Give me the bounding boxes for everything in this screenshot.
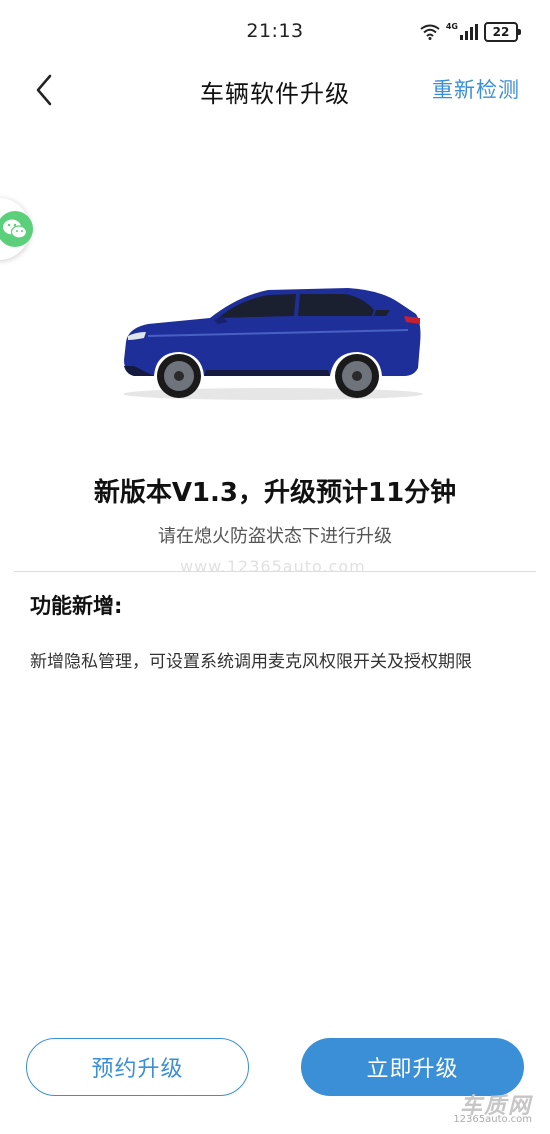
status-icons: 4G 22 bbox=[420, 21, 521, 42]
corner-watermark-logo: 车质网 12365auto.com bbox=[422, 1088, 532, 1128]
watermark: www.12365auto.com bbox=[180, 557, 366, 576]
status-bar: 21:13 4G 22 bbox=[0, 0, 550, 64]
battery-level: 22 bbox=[492, 25, 510, 39]
feature-heading: 功能新增: bbox=[30, 594, 123, 618]
corner-logo-sub: 12365auto.com bbox=[453, 1114, 532, 1125]
network-type-label: 4G bbox=[445, 21, 458, 31]
schedule-upgrade-label: 预约升级 bbox=[91, 1057, 184, 1082]
schedule-upgrade-button[interactable]: 预约升级 bbox=[26, 1038, 249, 1096]
wifi-icon bbox=[420, 24, 440, 40]
nav-bar: 车辆软件升级 重新检测 bbox=[0, 64, 550, 120]
floating-share-button[interactable] bbox=[0, 198, 33, 260]
car-image bbox=[123, 288, 423, 400]
wechat-icon bbox=[0, 211, 33, 247]
upgrade-condition-note: 请在熄火防盗状态下进行升级 bbox=[158, 526, 392, 547]
version-title: 新版本V1.3，升级预计11分钟 bbox=[93, 478, 457, 508]
divider bbox=[14, 571, 536, 572]
signal-icon bbox=[460, 24, 478, 40]
upgrade-now-label: 立即升级 bbox=[366, 1057, 459, 1082]
battery-icon: 22 bbox=[484, 22, 521, 42]
feature-description: 新增隐私管理，可设置系统调用麦克风权限开关及授权期限 bbox=[30, 652, 472, 672]
recheck-button[interactable]: 重新检测 bbox=[432, 74, 520, 104]
